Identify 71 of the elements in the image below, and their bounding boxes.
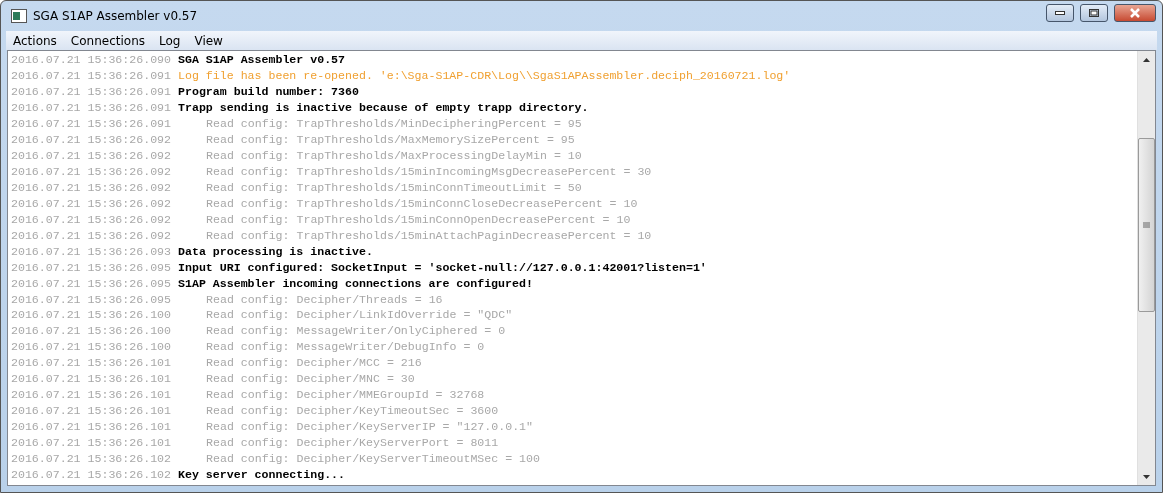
log-timestamp: 2016.07.21 15:36:26.102 <box>11 451 172 465</box>
log-message: Read config: Decipher/KeyServerPort = 8011 <box>206 435 499 449</box>
log-timestamp: 2016.07.21 15:36:26.092 <box>11 149 172 163</box>
log-message: Read config: Decipher/Threads = 16 <box>206 292 443 306</box>
log-timestamp: 2016.07.21 15:36:26.101 <box>11 356 172 370</box>
log-message: Trapp sending is inactive because of empty trapp directory. <box>178 101 589 115</box>
log-message: Read config: TrapThresholds/MaxProcessingDelayMin = 10 <box>206 149 582 163</box>
log-timestamp: 2016.07.21 15:36:26.101 <box>11 435 172 449</box>
maximize-icon <box>1089 9 1099 17</box>
menu-item[interactable]: View <box>187 33 230 48</box>
log-message: Key server connecting... <box>178 467 345 481</box>
log-message: Input URI configured: SocketInput = 'socket-null://127.0.0.1:42001?listen=1' <box>178 260 707 274</box>
scroll-thumb[interactable] <box>1138 138 1155 312</box>
log-timestamp: 2016.07.21 15:36:26.092 <box>11 180 172 194</box>
maximize-button[interactable] <box>1080 4 1108 22</box>
window-title: SGA S1AP Assembler v0.57 <box>33 9 199 23</box>
log-timestamp: 2016.07.21 15:36:26.101 <box>11 372 172 386</box>
log-message: Read config: Decipher/KeyServerIP = "127.0.0.1" <box>206 420 534 434</box>
log-timestamp: 2016.07.21 15:36:26.101 <box>11 404 172 418</box>
menu-item[interactable]: Actions <box>6 33 64 48</box>
log-timestamp: 2016.07.21 15:36:26.101 <box>11 388 172 402</box>
log-message: Read config: Decipher/KeyTimeoutSec = 3600 <box>206 404 499 418</box>
log-timestamp: 2016.07.21 15:36:26.100 <box>11 340 172 354</box>
log-message: Read config: TrapThresholds/15minConnTimeoutLimit = 50 <box>206 180 582 194</box>
log-message: Read config: TrapThresholds/MaxMemorySizePercent = 95 <box>206 133 575 147</box>
log-message: Read config: MessageWriter/OnlyCiphered = 0 <box>206 324 506 338</box>
app-icon <box>11 9 27 23</box>
log-timestamp: 2016.07.21 15:36:26.100 <box>11 308 172 322</box>
log-message: Read config: Decipher/LinkIdOverride = "QDC" <box>206 308 513 322</box>
log-message: Read config: TrapThresholds/MinDecipheringPercent = 95 <box>206 117 582 131</box>
log-timestamp: 2016.07.21 15:36:26.093 <box>11 244 172 258</box>
log-message: SGA S1AP Assembler v0.57 <box>178 53 345 67</box>
log-timestamp: 2016.07.21 15:36:26.092 <box>11 165 172 179</box>
log-timestamp: 2016.07.21 15:36:26.092 <box>11 133 172 147</box>
log-timestamp: 2016.07.21 15:36:26.090 <box>11 53 172 67</box>
log-message: Data processing is inactive. <box>178 244 373 258</box>
log-timestamp: 2016.07.21 15:36:26.095 <box>11 276 172 290</box>
scroll-down-icon[interactable] <box>1143 474 1150 479</box>
log-timestamp: 2016.07.21 15:36:26.091 <box>11 117 172 131</box>
log-timestamp: 2016.07.21 15:36:26.091 <box>11 69 172 83</box>
grip-icon <box>1143 221 1150 229</box>
log-timestamp: 2016.07.21 15:36:26.095 <box>11 292 172 306</box>
log-timestamp: 2016.07.21 15:36:26.092 <box>11 212 172 226</box>
log-message: S1AP Assembler incoming connections are configured! <box>178 276 533 290</box>
close-button[interactable] <box>1114 4 1156 22</box>
log-timestamp: 2016.07.21 15:36:26.095 <box>11 260 172 274</box>
menu-item[interactable]: Connections <box>63 33 152 48</box>
log-timestamp: 2016.07.21 15:36:26.092 <box>11 228 172 242</box>
minimize-button[interactable] <box>1046 4 1074 22</box>
log-timestamp: 2016.07.21 15:36:26.091 <box>11 101 172 115</box>
log-message: Read config: MessageWriter/DebugInfo = 0 <box>206 340 485 354</box>
log-message: Read config: Decipher/MMEGroupId = 32768 <box>206 388 485 402</box>
minimize-icon <box>1055 11 1065 15</box>
menu-item[interactable]: Log <box>152 33 188 48</box>
log-timestamp: 2016.07.21 15:36:26.102 <box>11 467 172 481</box>
log-message: Read config: Decipher/KeyServerTimeoutMSec = 100 <box>206 451 540 465</box>
log-timestamp: 2016.07.21 15:36:26.092 <box>11 196 172 210</box>
log-message: Read config: TrapThresholds/15minConnOpenDecreasePercent = 10 <box>206 212 631 226</box>
log-message: Read config: TrapThresholds/15minIncomingMsgDecreasePercent = 30 <box>206 165 652 179</box>
log-message: Read config: Decipher/MNC = 30 <box>206 372 415 386</box>
log-timestamp: 2016.07.21 15:36:26.091 <box>11 85 172 99</box>
log-message: Read config: TrapThresholds/15minAttachPaginDecreasePercent = 10 <box>206 228 652 242</box>
log-message: Program build number: 7360 <box>178 85 359 99</box>
scroll-up-icon[interactable] <box>1143 57 1150 62</box>
close-icon <box>1129 8 1141 18</box>
scrollbar[interactable] <box>1137 51 1155 485</box>
log-timestamp: 2016.07.21 15:36:26.100 <box>11 324 172 338</box>
log-message: Log file has been re-opened. 'e:\Sga-S1AP-CDR\Log\\SgaS1APAssembler.deciph_20160721.log' <box>178 69 791 83</box>
log-message: Read config: TrapThresholds/15minConnCloseDecreasePercent = 10 <box>206 196 638 210</box>
log-timestamp: 2016.07.21 15:36:26.101 <box>11 420 172 434</box>
log-message: Read config: Decipher/MCC = 216 <box>206 356 422 370</box>
